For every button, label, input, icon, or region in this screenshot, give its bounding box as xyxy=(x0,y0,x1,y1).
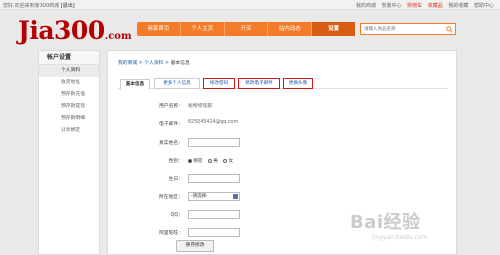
top-links: 我的商城 安装中心 购物车 收藏品 我的收藏 帮助中心 xyxy=(352,2,494,9)
birthday-label: 生日： xyxy=(168,177,183,182)
nav-item-merchant-home[interactable]: 商家首页 xyxy=(137,22,181,36)
qq-label: QQ： xyxy=(170,213,183,218)
breadcrumb-home[interactable]: 我的商城 xyxy=(118,61,137,66)
search-icon[interactable] xyxy=(446,26,453,33)
aliwang-label: 阿里旺旺： xyxy=(159,231,183,236)
baidu-watermark: Bai经验 jingyan.baidu.com xyxy=(350,208,496,248)
gender-female-radio[interactable] xyxy=(223,158,228,163)
tab-basic-info[interactable]: 基本信息 xyxy=(120,79,150,90)
sidebar-item-share-binding[interactable]: 分享绑定 xyxy=(39,125,99,137)
help-center-link[interactable]: 帮助中心 xyxy=(474,3,494,9)
favorites-link[interactable]: 收藏品 xyxy=(428,3,443,9)
gender-label: 性别： xyxy=(168,159,183,164)
gender-options: 保密 男 女 xyxy=(188,157,237,164)
birthday-row: 生日： xyxy=(118,174,448,184)
watermark-text: Bai经验 xyxy=(350,212,421,233)
install-center-link[interactable]: 安装中心 xyxy=(382,3,402,9)
watermark-url: jingyan.baidu.com xyxy=(372,234,428,241)
realname-row: 真实姓名： xyxy=(118,138,448,148)
email-row: 电子邮件： 825045414@qq.com xyxy=(118,119,448,129)
email-label: 电子邮件： xyxy=(159,122,183,127)
realname-field[interactable] xyxy=(188,138,240,147)
chevron-down-icon xyxy=(233,194,238,199)
qq-field[interactable] xyxy=(188,210,240,219)
greeting-text: 您好 xyxy=(3,3,14,9)
email-value: 825045414@qq.com xyxy=(188,120,239,125)
nav-item-personal-home[interactable]: 个人主页 xyxy=(181,22,225,36)
tab-change-avatar[interactable]: 更换头像 xyxy=(283,78,313,89)
region-label: 所在地区： xyxy=(159,195,183,200)
tab-change-email[interactable]: 修改电子邮件 xyxy=(238,78,280,89)
tab-change-password[interactable]: 修改密码 xyxy=(203,78,235,89)
breadcrumb-current: 基本信息 xyxy=(170,61,190,66)
gender-male-label: 男 xyxy=(213,159,218,164)
username-row: 用户名称： 秘物惊现部 xyxy=(118,101,448,111)
search-input[interactable] xyxy=(361,24,445,34)
sidebar-item-address[interactable]: 收货地址 xyxy=(39,77,99,89)
tab-more-info[interactable]: 更多个人信息 xyxy=(154,78,200,89)
logout-link[interactable]: [退出] xyxy=(61,3,75,9)
account-sidebar: 帐户设置 个人资料 收货地址 预存款充值 预存款提现 预存款明细 分享绑定 xyxy=(38,50,100,255)
aliwang-field[interactable] xyxy=(188,228,240,237)
sidebar-item-deposit-withdraw[interactable]: 预存款提现 xyxy=(39,101,99,113)
breadcrumb: 我的商城 > 个人资料 > 基本信息 xyxy=(118,59,190,66)
welcome-text: 您好,欢迎来到家300商城 [退出] xyxy=(3,2,75,9)
breadcrumb-separator: > xyxy=(163,61,171,66)
username-label: 用户名称： xyxy=(159,104,183,109)
gender-female-label: 女 xyxy=(228,159,234,164)
sidebar-item-profile[interactable]: 个人资料 xyxy=(39,65,99,77)
main-nav: 商家首页 个人主页 开买 站内动态 设置 xyxy=(137,22,355,36)
sidebar-title: 帐户设置 xyxy=(39,51,99,65)
welcome-label: ,欢迎来到家300商城 xyxy=(13,3,60,9)
site-logo[interactable]: Jia300.com xyxy=(18,16,143,50)
breadcrumb-profile[interactable]: 个人资料 xyxy=(144,61,163,66)
region-row: 所在地区： -请选择- xyxy=(118,192,448,202)
region-select[interactable]: -请选择- xyxy=(188,192,240,201)
top-bar: 您好,欢迎来到家300商城 [退出] 我的商城 安装中心 购物车 收藏品 我的收… xyxy=(0,0,500,10)
my-mall-link[interactable]: 我的商城 xyxy=(356,3,376,9)
gender-secret-label: 保密 xyxy=(193,159,203,164)
sidebar-item-deposit-details[interactable]: 预存款明细 xyxy=(39,113,99,125)
realname-label: 真实姓名： xyxy=(159,141,183,146)
my-collection-link[interactable]: 我的收藏 xyxy=(448,3,468,9)
logo-suffix: .com xyxy=(104,31,132,42)
save-button[interactable]: 保存修改 xyxy=(176,240,214,252)
nav-item-site-news[interactable]: 站内动态 xyxy=(268,22,313,36)
gender-secret-radio[interactable] xyxy=(188,158,192,163)
logo-text: Jia300 xyxy=(18,16,105,45)
sidebar-item-deposit-recharge[interactable]: 预存款充值 xyxy=(39,89,99,101)
nav-item-settings[interactable]: 设置 xyxy=(312,22,355,36)
gender-male-radio[interactable] xyxy=(208,158,213,163)
username-value: 秘物惊现部 xyxy=(188,104,212,109)
birthday-field[interactable] xyxy=(188,174,240,183)
region-selected-value: -请选择- xyxy=(191,194,208,199)
search-box xyxy=(360,23,456,35)
profile-tabs: 基本信息 更多个人信息 修改密码 修改电子邮件 更换头像 xyxy=(118,75,448,90)
cart-link[interactable]: 购物车 xyxy=(407,3,422,9)
gender-row: 性别： 保密 男 女 xyxy=(118,156,448,166)
nav-item-buy[interactable]: 开买 xyxy=(225,22,269,36)
